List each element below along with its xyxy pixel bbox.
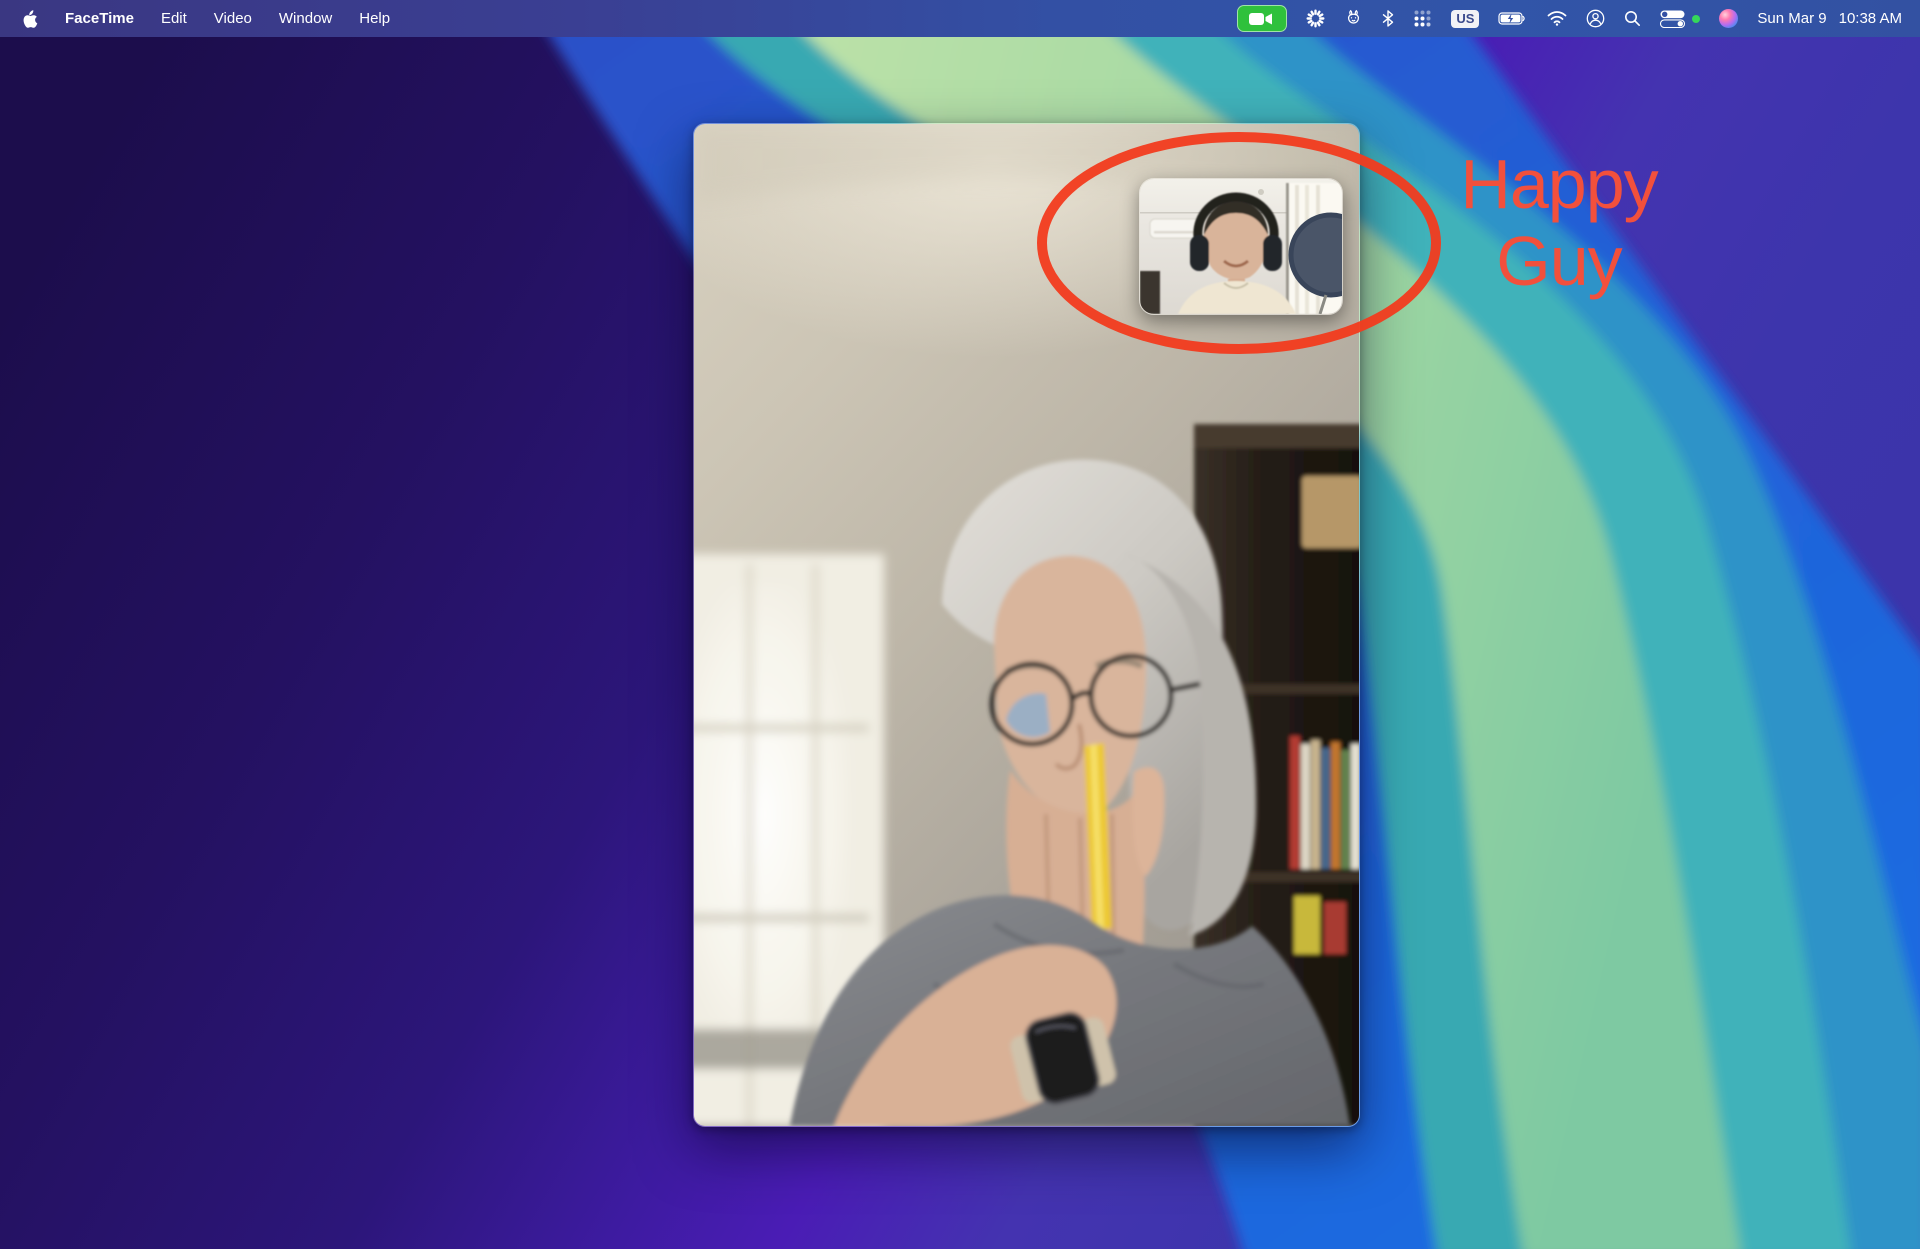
- llama-icon[interactable]: [1344, 9, 1363, 28]
- status-green-dot: [1692, 15, 1700, 23]
- clock-date: Sun Mar 9: [1757, 10, 1826, 27]
- doorway: [1140, 271, 1160, 314]
- apple-menu[interactable]: [21, 9, 38, 29]
- happy-guy-line1: Happy: [1436, 146, 1682, 223]
- clock-time: 10:38 AM: [1839, 10, 1902, 27]
- input-source-badge[interactable]: US: [1451, 10, 1479, 28]
- happy-guy-label: Happy Guy: [1436, 146, 1682, 300]
- wifi-icon[interactable]: [1547, 11, 1567, 26]
- spotlight-search-icon[interactable]: [1624, 10, 1641, 27]
- menu-help[interactable]: Help: [359, 10, 390, 27]
- menu-bar: FaceTime Edit Video Window Help: [0, 0, 1920, 37]
- user-account-icon[interactable]: [1586, 9, 1605, 28]
- facetime-active-camera-icon[interactable]: [1237, 5, 1287, 32]
- pip-self-view[interactable]: [1139, 178, 1343, 315]
- bluetooth-icon[interactable]: [1382, 10, 1394, 27]
- spinner-icon[interactable]: [1306, 9, 1325, 28]
- facetime-window[interactable]: [693, 123, 1360, 1127]
- menu-edit[interactable]: Edit: [161, 10, 187, 27]
- menu-video[interactable]: Video: [214, 10, 252, 27]
- siri-icon[interactable]: [1719, 9, 1738, 28]
- menu-facetime[interactable]: FaceTime: [65, 10, 134, 27]
- menu-bar-clock[interactable]: Sun Mar 9 10:38 AM: [1757, 10, 1902, 27]
- control-center-icon[interactable]: [1660, 10, 1700, 28]
- dots-grid-icon[interactable]: [1413, 9, 1432, 28]
- menu-window[interactable]: Window: [279, 10, 332, 27]
- happy-guy-line2: Guy: [1436, 223, 1682, 300]
- desktop: FaceTime Edit Video Window Help: [0, 0, 1920, 1249]
- battery-charging-icon[interactable]: [1498, 10, 1528, 27]
- local-participant-video: [1140, 179, 1342, 314]
